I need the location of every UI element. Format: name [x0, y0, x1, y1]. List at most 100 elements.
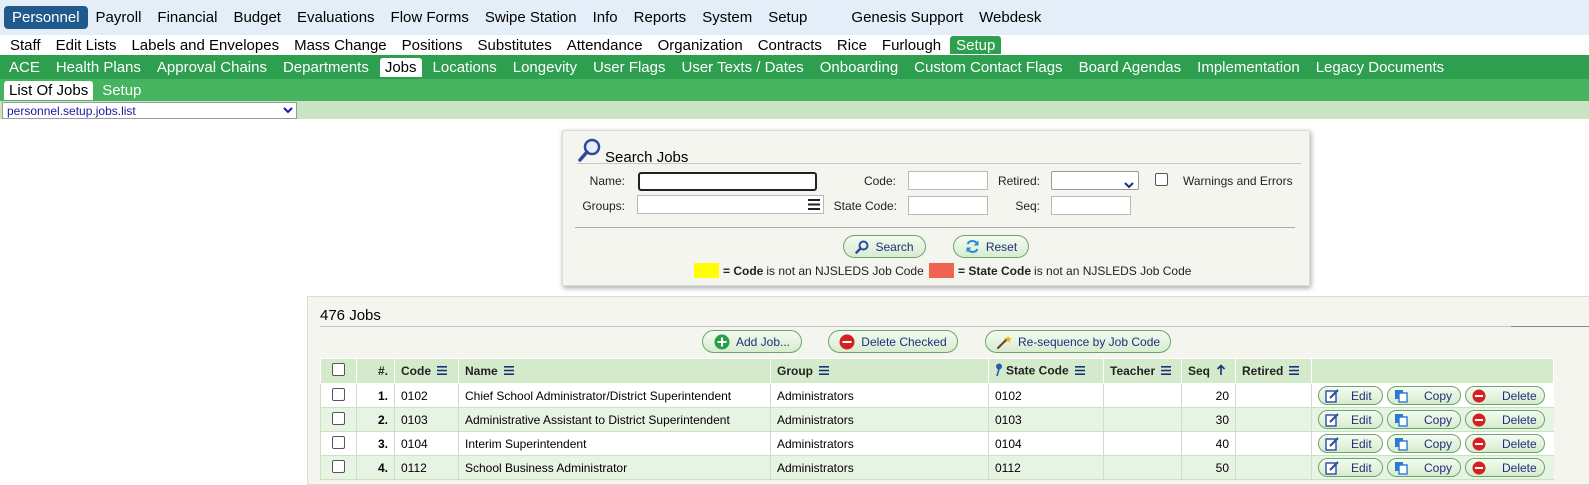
reset-button[interactable]: Reset: [953, 235, 1029, 258]
column-menu-icon[interactable]: [1074, 364, 1085, 378]
row-checkbox[interactable]: [332, 435, 345, 449]
tab-approval-chains[interactable]: Approval Chains: [152, 58, 272, 77]
edit-button[interactable]: Edit: [1318, 410, 1383, 429]
job-retired: [1235, 431, 1312, 456]
copy-label: Copy: [1424, 436, 1453, 451]
delete-checked-button[interactable]: Delete Checked: [828, 330, 958, 353]
tab-legacy-documents[interactable]: Legacy Documents: [1311, 58, 1449, 77]
list-menu-icon[interactable]: [808, 199, 820, 213]
seq-header-label: Seq: [1188, 363, 1211, 378]
column-menu-icon[interactable]: [1161, 364, 1172, 378]
column-menu-icon[interactable]: [819, 364, 829, 378]
jobs-tab-setup[interactable]: Setup: [97, 81, 146, 100]
code-input[interactable]: [908, 171, 988, 190]
path-select[interactable]: personnel.setup.jobs.list: [2, 102, 297, 119]
sub-menu-item-setup[interactable]: Setup: [950, 36, 1002, 54]
copy-button[interactable]: Copy: [1387, 386, 1461, 405]
tab-user-flags[interactable]: User Flags: [588, 58, 671, 77]
tab-health-plans[interactable]: Health Plans: [51, 58, 146, 77]
tab-departments[interactable]: Departments: [278, 58, 374, 77]
column-menu-icon[interactable]: [437, 364, 447, 378]
delete-button[interactable]: Delete: [1465, 410, 1545, 429]
sub-menu-item-positions[interactable]: Positions: [396, 36, 469, 54]
retired-header[interactable]: Retired: [1235, 358, 1312, 384]
job-state-code: 0104: [988, 431, 1104, 456]
sub-menu-item-rice[interactable]: Rice: [831, 36, 873, 54]
delete-button[interactable]: Delete: [1465, 386, 1545, 405]
tab-user-texts-dates[interactable]: User Texts / Dates: [677, 58, 809, 77]
sub-menu-item-mass-change[interactable]: Mass Change: [288, 36, 393, 54]
search-icon: [855, 240, 869, 254]
edit-button[interactable]: Edit: [1318, 386, 1383, 405]
copy-icon: [1394, 389, 1414, 403]
sub-menu-item-furlough[interactable]: Furlough: [876, 36, 947, 54]
sub-menu-item-organization[interactable]: Organization: [652, 36, 749, 54]
tab-ace[interactable]: ACE: [4, 58, 45, 77]
delete-button[interactable]: Delete: [1465, 434, 1545, 453]
tab-onboarding[interactable]: Onboarding: [815, 58, 903, 77]
delete-button[interactable]: Delete: [1465, 458, 1545, 477]
legend-code-bold: = Code: [723, 263, 764, 278]
top-menu-item-financial[interactable]: Financial: [149, 6, 225, 29]
resequence-button[interactable]: Re-sequence by Job Code: [985, 330, 1171, 353]
edit-icon: [1325, 388, 1345, 403]
name-header[interactable]: Name: [458, 358, 771, 384]
add-job-button[interactable]: Add Job...: [702, 330, 802, 353]
sub-menu-item-substitutes[interactable]: Substitutes: [472, 36, 558, 54]
row-checkbox[interactable]: [332, 411, 345, 425]
edit-button[interactable]: Edit: [1318, 434, 1383, 453]
state-code-header[interactable]: State Code: [988, 358, 1104, 384]
tab-jobs[interactable]: Jobs: [379, 57, 422, 77]
seq-header[interactable]: Seq: [1181, 358, 1236, 384]
warnings-checkbox[interactable]: [1155, 173, 1168, 186]
top-menu-item-genesis-support[interactable]: Genesis Support: [843, 6, 971, 29]
top-menu-item-swipe-station[interactable]: Swipe Station: [477, 6, 585, 29]
row-checkbox-cell: [320, 383, 357, 408]
top-menu-item-evaluations[interactable]: Evaluations: [289, 6, 383, 29]
top-menu-item-reports[interactable]: Reports: [626, 6, 695, 29]
copy-icon: [1394, 413, 1414, 427]
copy-button[interactable]: Copy: [1387, 434, 1461, 453]
jobs-tab-list-of-jobs[interactable]: List Of Jobs: [4, 80, 94, 100]
copy-label: Copy: [1424, 412, 1453, 427]
teacher-header[interactable]: Teacher: [1103, 358, 1182, 384]
seq-input[interactable]: [1051, 196, 1131, 215]
tab-longevity[interactable]: Longevity: [508, 58, 582, 77]
edit-button[interactable]: Edit: [1318, 458, 1383, 477]
code-header[interactable]: Code: [394, 358, 459, 384]
sub-menu-item-staff[interactable]: Staff: [4, 36, 47, 54]
row-checkbox[interactable]: [332, 459, 345, 473]
tab-board-agendas[interactable]: Board Agendas: [1074, 58, 1187, 77]
sort-ascending-icon[interactable]: [1216, 364, 1226, 378]
code-header-label: Code: [401, 363, 431, 378]
top-menu-item-info[interactable]: Info: [585, 6, 626, 29]
top-menu-item-system[interactable]: System: [694, 6, 760, 29]
search-button[interactable]: Search: [843, 235, 926, 258]
copy-button[interactable]: Copy: [1387, 410, 1461, 429]
sub-menu-item-attendance[interactable]: Attendance: [561, 36, 649, 54]
top-menu-item-personnel[interactable]: Personnel: [4, 6, 88, 29]
group-header[interactable]: Group: [770, 358, 989, 384]
top-menu-item-webdesk[interactable]: Webdesk: [971, 6, 1049, 29]
column-menu-icon[interactable]: [503, 364, 514, 378]
sub-menu-item-labels-and-envelopes[interactable]: Labels and Envelopes: [125, 36, 285, 54]
tab-custom-contact-flags[interactable]: Custom Contact Flags: [909, 58, 1067, 77]
name-input[interactable]: [638, 172, 817, 191]
top-menu-item-budget[interactable]: Budget: [225, 6, 289, 29]
sub-menu-item-edit-lists[interactable]: Edit Lists: [50, 36, 123, 54]
row-checkbox[interactable]: [332, 387, 345, 401]
tab-implementation[interactable]: Implementation: [1192, 58, 1305, 77]
groups-input[interactable]: [637, 195, 824, 214]
divider: [575, 227, 1295, 228]
select-all-checkbox[interactable]: [332, 363, 345, 376]
state-code-input[interactable]: [908, 196, 988, 215]
delete-icon: [839, 334, 855, 350]
retired-select[interactable]: [1051, 171, 1139, 190]
sub-menu-item-contracts[interactable]: Contracts: [752, 36, 828, 54]
top-menu-item-flow-forms[interactable]: Flow Forms: [383, 6, 477, 29]
top-menu-item-payroll[interactable]: Payroll: [88, 6, 150, 29]
tab-locations[interactable]: Locations: [428, 58, 502, 77]
column-menu-icon[interactable]: [1289, 364, 1300, 378]
copy-button[interactable]: Copy: [1387, 458, 1461, 477]
top-menu-item-setup[interactable]: Setup: [760, 6, 815, 29]
